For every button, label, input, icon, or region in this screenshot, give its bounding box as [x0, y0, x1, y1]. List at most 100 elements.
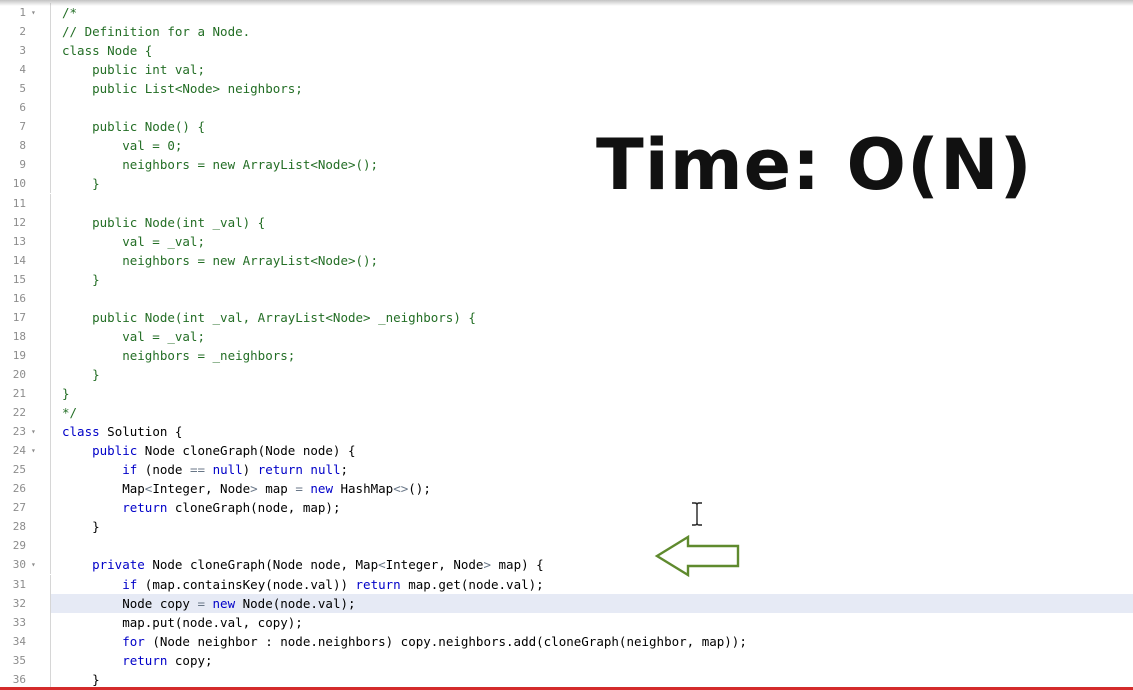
code-text[interactable]: if (map.containsKey(node.val)) return ma…	[62, 575, 543, 594]
line-gutter: 11	[0, 193, 51, 213]
code-text[interactable]: val = _val;	[62, 232, 205, 251]
code-text[interactable]: }	[62, 384, 70, 403]
fold-toggle-icon[interactable]: ▾	[31, 555, 36, 574]
code-text[interactable]: map.put(node.val, copy);	[62, 613, 303, 632]
line-number: 13	[12, 234, 26, 248]
code-line-24[interactable]: 24 ▾ public Node cloneGraph(Node node) {	[0, 441, 1133, 461]
code-text[interactable]: }	[62, 270, 100, 289]
code-text[interactable]: for (Node neighbor : node.neighbors) cop…	[62, 632, 747, 651]
line-gutter: 9	[0, 155, 51, 175]
code-text[interactable]: class Node {	[62, 41, 152, 60]
code-line-32[interactable]: 32 Node copy = new Node(node.val);	[0, 593, 1133, 613]
code-line-18[interactable]: 18 val = _val;	[0, 326, 1133, 346]
line-number: 35	[12, 653, 26, 667]
code-line-29[interactable]: 29	[0, 536, 1133, 556]
code-line-20[interactable]: 20 }	[0, 364, 1133, 384]
code-text[interactable]: }	[62, 670, 100, 689]
line-number: 12	[12, 215, 26, 229]
code-line-28[interactable]: 28 }	[0, 517, 1133, 537]
line-gutter: 6	[0, 98, 51, 118]
line-gutter: 13	[0, 231, 51, 251]
time-complexity-label: Time: O(N)	[596, 124, 1033, 206]
code-line-4[interactable]: 4 public int val;	[0, 60, 1133, 80]
line-number: 30	[12, 558, 26, 572]
line-number: 10	[12, 177, 26, 191]
code-line-34[interactable]: 34 for (Node neighbor : node.neighbors) …	[0, 631, 1133, 651]
code-line-3[interactable]: 3 class Node {	[0, 41, 1133, 61]
line-gutter: 29	[0, 536, 51, 556]
code-line-12[interactable]: 12 public Node(int _val) {	[0, 212, 1133, 232]
line-number: 29	[12, 539, 26, 553]
code-line-14[interactable]: 14 neighbors = new ArrayList<Node>();	[0, 250, 1133, 270]
code-text[interactable]: return cloneGraph(node, map);	[62, 498, 340, 517]
fold-toggle-icon[interactable]: ▾	[31, 441, 36, 460]
code-text[interactable]: }	[62, 174, 100, 193]
line-number: 21	[12, 387, 26, 400]
line-gutter: 23 ▾	[0, 422, 51, 442]
code-text[interactable]: public int val;	[62, 60, 205, 79]
code-line-27[interactable]: 27 return cloneGraph(node, map);	[0, 498, 1133, 518]
line-number: 9	[19, 158, 26, 172]
line-number: 15	[12, 272, 26, 286]
line-gutter: 3	[0, 41, 51, 61]
line-number: 14	[12, 253, 26, 267]
line-gutter: 7	[0, 117, 51, 137]
code-line-13[interactable]: 13 val = _val;	[0, 231, 1133, 251]
line-gutter: 36	[0, 669, 51, 689]
code-text[interactable]: neighbors = _neighbors;	[62, 346, 295, 365]
code-line-21[interactable]: 21}	[0, 384, 1133, 403]
fold-toggle-icon[interactable]: ▾	[31, 422, 36, 441]
code-line-26[interactable]: 26 Map<Integer, Node> map = new HashMap<…	[0, 479, 1133, 499]
code-text[interactable]: neighbors = new ArrayList<Node>();	[62, 251, 378, 270]
code-text[interactable]: public Node(int _val, ArrayList<Node> _n…	[62, 308, 476, 327]
code-line-30[interactable]: 30 ▾ private Node cloneGraph(Node node, M…	[0, 555, 1133, 575]
code-text[interactable]: public Node() {	[62, 117, 205, 136]
line-gutter: 16	[0, 288, 51, 308]
code-text[interactable]: // Definition for a Node.	[62, 22, 250, 41]
code-line-2[interactable]: 2 // Definition for a Node.	[0, 22, 1133, 42]
code-line-33[interactable]: 33 map.put(node.val, copy);	[0, 612, 1133, 632]
code-text[interactable]: if (node == null) return null;	[62, 460, 348, 479]
line-gutter: 28	[0, 517, 51, 537]
code-text[interactable]: }	[62, 365, 100, 384]
code-text[interactable]: */	[62, 403, 77, 422]
code-line-16[interactable]: 16	[0, 288, 1133, 308]
code-line-31[interactable]: 31 if (map.containsKey(node.val)) return…	[0, 574, 1133, 594]
code-line-5[interactable]: 5 public List<Node> neighbors;	[0, 79, 1133, 99]
code-text[interactable]: private Node cloneGraph(Node node, Map<I…	[62, 555, 544, 574]
code-text[interactable]: public List<Node> neighbors;	[62, 79, 303, 98]
code-text[interactable]: neighbors = new ArrayList<Node>();	[62, 155, 378, 174]
line-number: 2	[19, 25, 26, 39]
line-number: 19	[12, 348, 26, 362]
line-number: 28	[12, 520, 26, 534]
code-text[interactable]: }	[62, 517, 100, 536]
code-line-25[interactable]: 25 if (node == null) return null;	[0, 460, 1133, 480]
line-gutter: 4	[0, 60, 51, 80]
code-editor[interactable]: 1 ▾/* 2// Definition for a Node. 3 class Nod…	[0, 0, 1133, 690]
line-gutter: 15	[0, 269, 51, 289]
code-line-23[interactable]: 23 ▾ class Solution {	[0, 422, 1133, 442]
code-text[interactable]: Map<Integer, Node> map = new HashMap<>()…	[62, 479, 431, 498]
code-line-35[interactable]: 35 return copy;	[0, 650, 1133, 670]
line-number: 24	[12, 444, 26, 458]
code-line-19[interactable]: 19 neighbors = _neighbors;	[0, 345, 1133, 365]
line-gutter: 20	[0, 364, 51, 384]
code-text[interactable]: val = _val;	[62, 327, 205, 346]
code-line-22[interactable]: 22 */	[0, 403, 1133, 423]
line-number: 4	[19, 63, 26, 77]
left-arrow-icon	[654, 534, 740, 578]
code-line-36[interactable]: 36 }	[0, 669, 1133, 689]
code-text[interactable]: return copy;	[62, 651, 212, 670]
code-text[interactable]: Node copy = new Node(node.val);	[62, 594, 355, 613]
code-line-15[interactable]: 15 }	[0, 269, 1133, 289]
code-line-6[interactable]: 6	[0, 98, 1133, 118]
code-text[interactable]: public Node(int _val) {	[62, 213, 265, 232]
line-number: 23	[12, 425, 26, 439]
code-text[interactable]: public Node cloneGraph(Node node) {	[62, 441, 355, 460]
line-number: 34	[12, 634, 26, 648]
code-line-17[interactable]: 17 public Node(int _val, ArrayList<Node>…	[0, 307, 1133, 327]
line-number: 11	[12, 196, 26, 210]
line-gutter: 26	[0, 479, 51, 499]
code-text[interactable]: val = 0;	[62, 136, 182, 155]
code-text[interactable]: class Solution {	[62, 422, 182, 441]
